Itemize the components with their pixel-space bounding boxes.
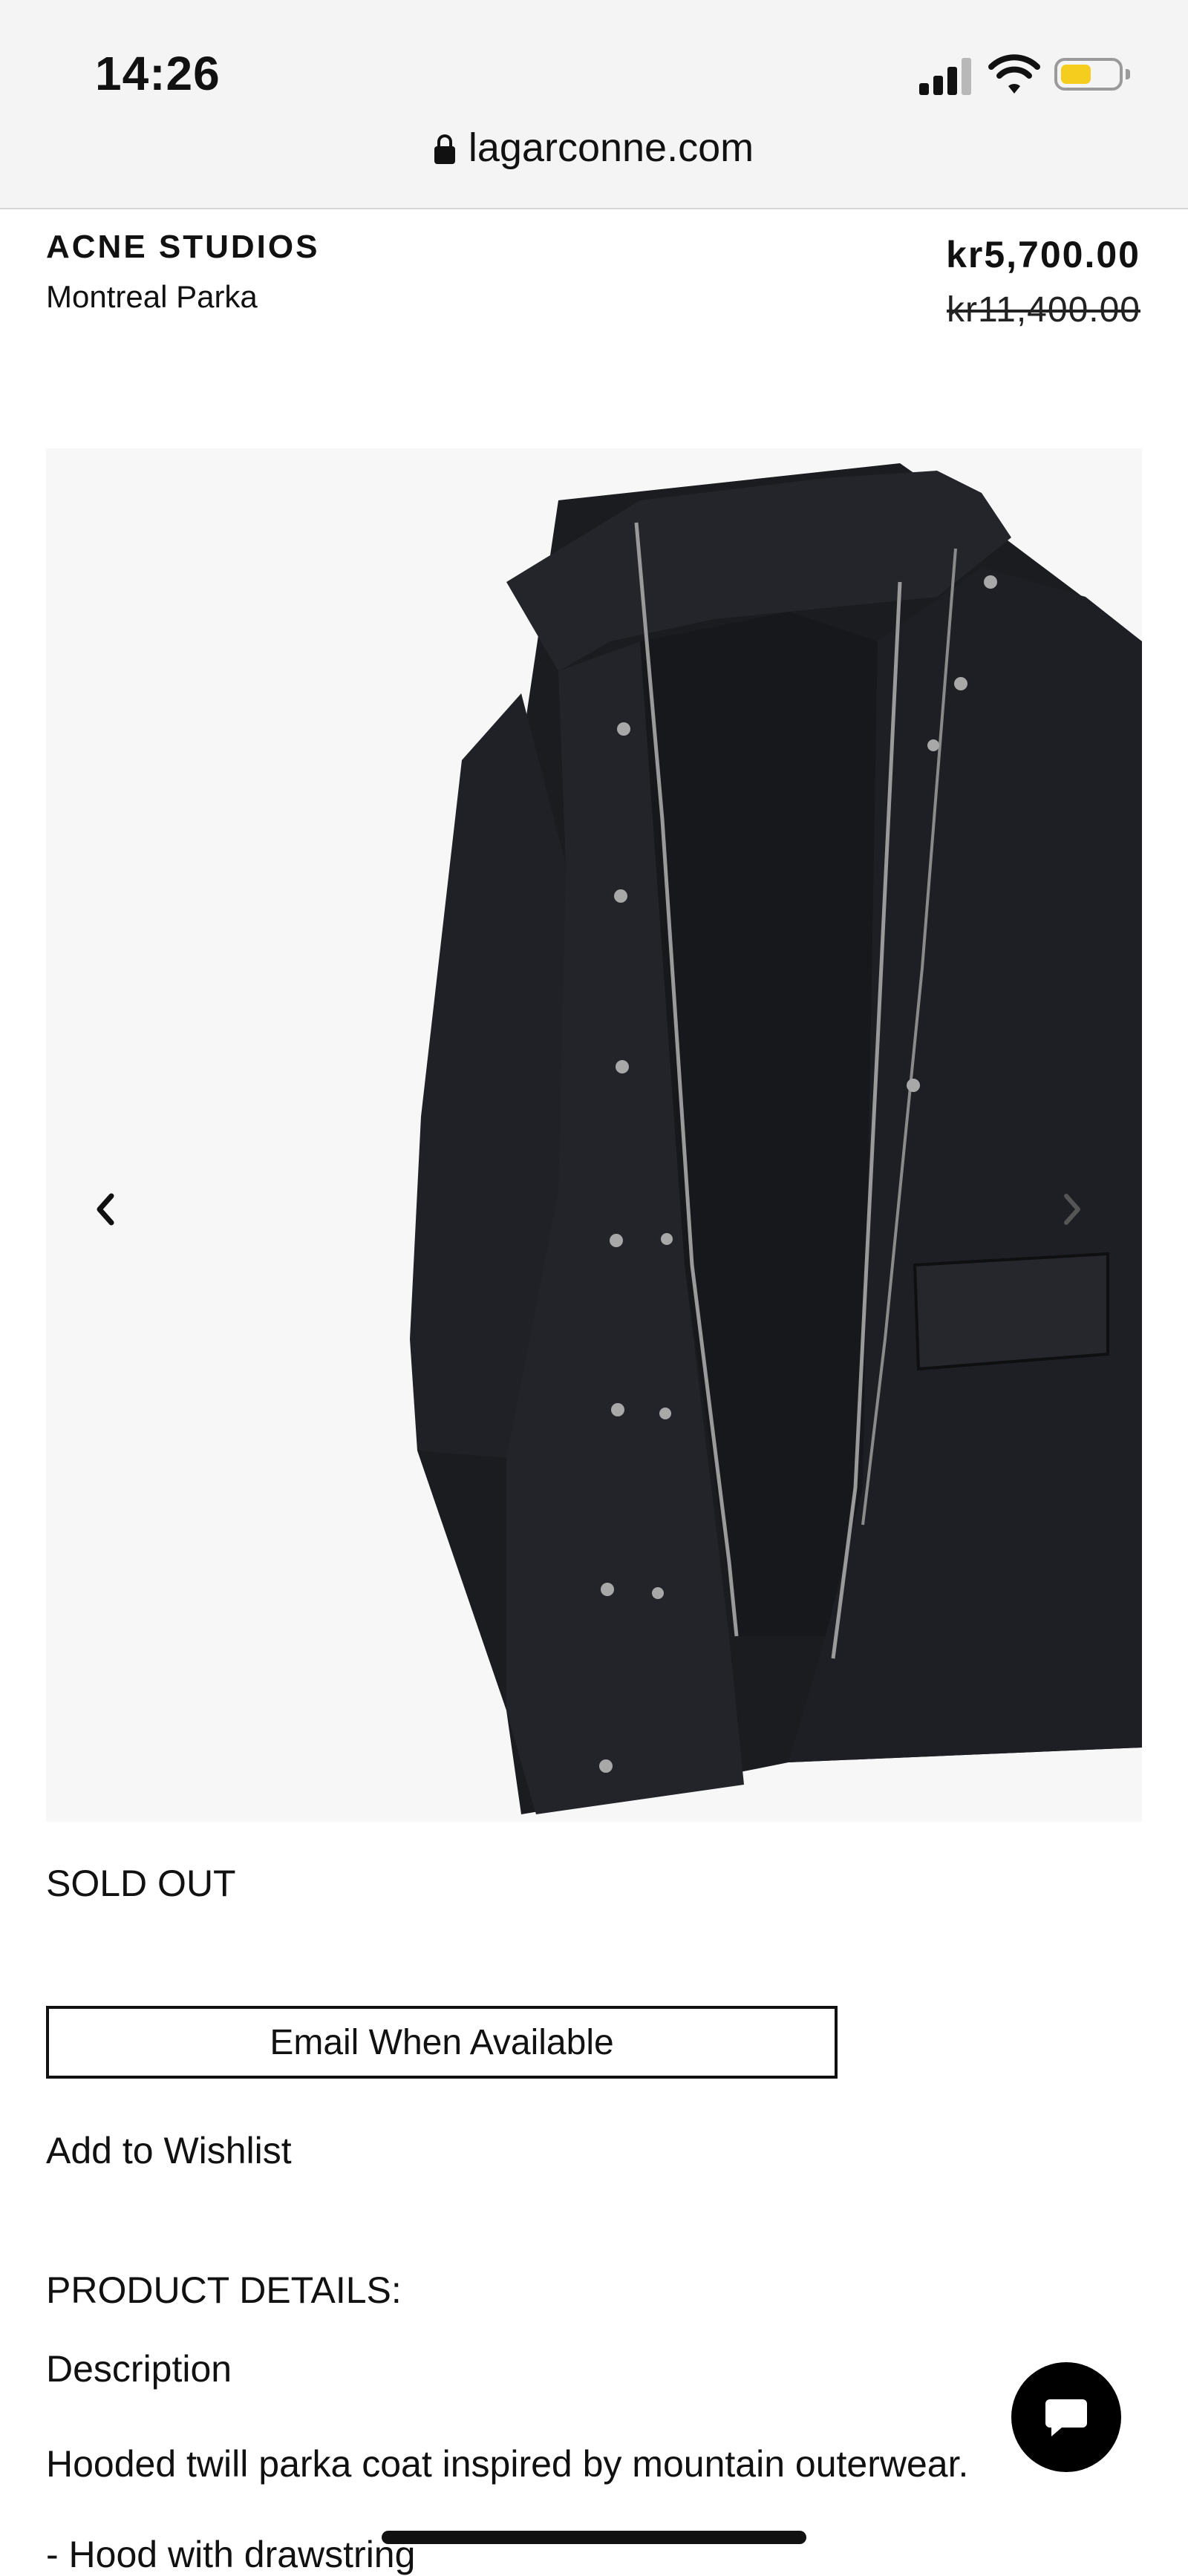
product-image (410, 463, 1142, 1814)
url-text: lagarconne.com (468, 125, 754, 170)
detail-bullet: - Hood with drawstring (46, 2534, 416, 2575)
product-name: Montreal Parka (46, 279, 258, 314)
home-indicator (382, 2531, 806, 2544)
wifi-icon (988, 52, 1041, 97)
previous-image-button[interactable] (91, 1187, 135, 1246)
product-details-heading: PRODUCT DETAILS: (46, 2269, 402, 2311)
cellular-signal-icon (919, 56, 971, 95)
brand-name[interactable]: ACNE STUDIOS (46, 229, 319, 266)
chevron-right-icon (1064, 1194, 1080, 1225)
description-label[interactable]: Description (46, 2347, 232, 2390)
email-when-available-button[interactable]: Email When Available (46, 2006, 838, 2079)
battery-icon (1054, 58, 1130, 91)
address-bar[interactable]: lagarconne.com (0, 125, 1188, 184)
chat-button[interactable] (1011, 2362, 1121, 2472)
next-image-button[interactable] (1057, 1187, 1102, 1246)
description-text: Hooded twill parka coat inspired by moun… (46, 2443, 969, 2485)
browser-chrome: 14:26 lagarconne.com (0, 0, 1188, 209)
add-to-wishlist-link[interactable]: Add to Wishlist (46, 2129, 292, 2172)
chevron-left-icon (97, 1193, 114, 1226)
stock-status: SOLD OUT (46, 1863, 236, 1904)
sale-price: kr5,700.00 (946, 234, 1140, 275)
product-image-gallery[interactable] (46, 448, 1142, 1822)
original-price: kr11,400.00 (947, 290, 1140, 330)
lock-icon (434, 134, 455, 164)
status-time: 14:26 (95, 47, 221, 100)
chat-bubble-icon (1045, 2399, 1087, 2436)
